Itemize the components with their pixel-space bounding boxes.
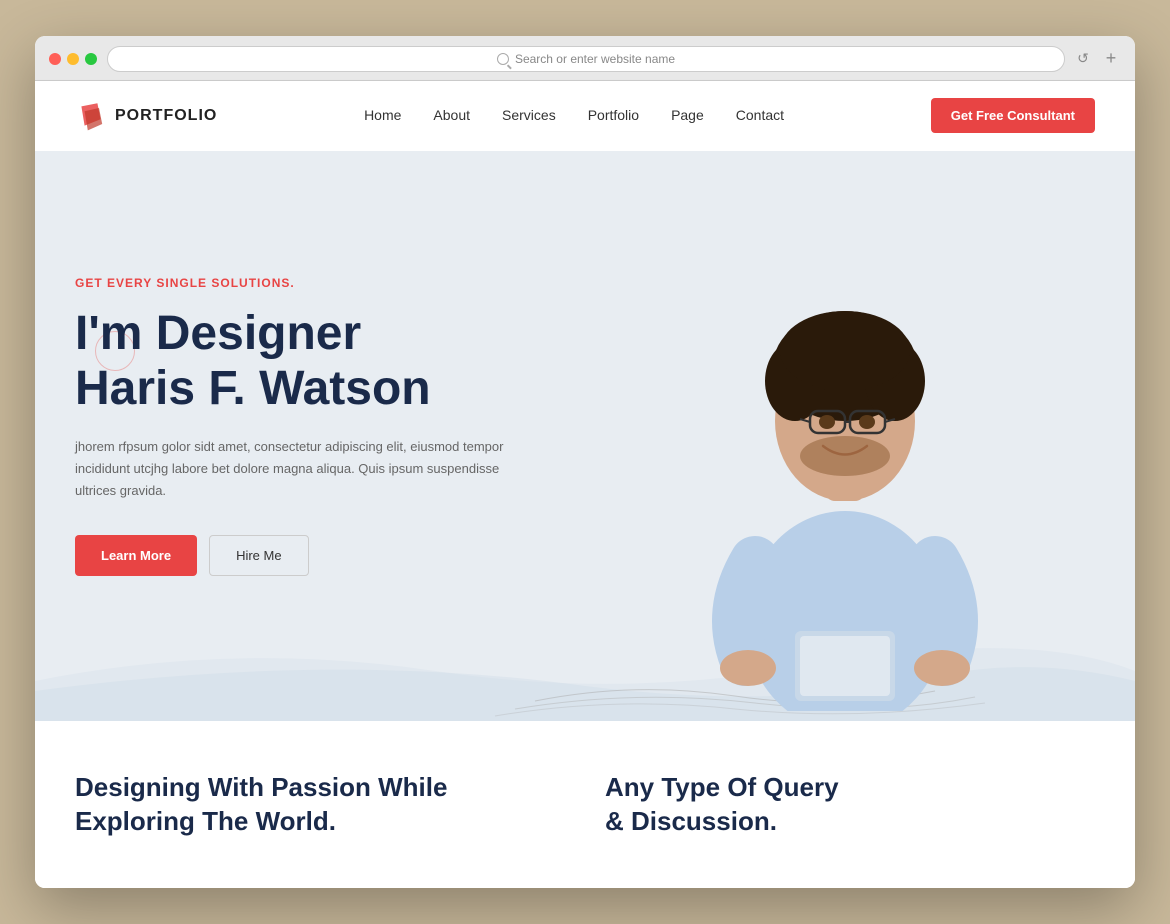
- person-svg: [675, 191, 1015, 711]
- refresh-button[interactable]: ↺: [1075, 51, 1091, 67]
- minimize-button[interactable]: [67, 53, 79, 65]
- nav-page[interactable]: Page: [671, 107, 704, 123]
- close-button[interactable]: [49, 53, 61, 65]
- maximize-button[interactable]: [85, 53, 97, 65]
- nav-about[interactable]: About: [433, 107, 470, 123]
- nav-contact[interactable]: Contact: [736, 107, 784, 123]
- address-text: Search or enter website name: [515, 52, 675, 66]
- hire-me-button[interactable]: Hire Me: [209, 535, 309, 576]
- hero-title-line1: I'm Designer: [75, 307, 361, 360]
- address-bar[interactable]: Search or enter website name: [107, 46, 1065, 72]
- nav-portfolio[interactable]: Portfolio: [588, 107, 639, 123]
- bottom-right-title: Any Type Of Query & Discussion.: [605, 771, 1095, 839]
- hero-content: GET EVERY SINGLE SOLUTIONS. I'm Designer…: [35, 216, 545, 656]
- hero-description: jhorem rfpsum golor sidt amet, consectet…: [75, 436, 505, 502]
- navbar: PORTFOLIO Home About Services Portfolio …: [35, 81, 1135, 151]
- bottom-left: Designing With Passion While Exploring T…: [75, 771, 565, 839]
- nav-home[interactable]: Home: [364, 107, 401, 123]
- logo-text: PORTFOLIO: [115, 107, 217, 125]
- logo: PORTFOLIO: [75, 100, 217, 132]
- nav-services[interactable]: Services: [502, 107, 556, 123]
- bottom-section: Designing With Passion While Exploring T…: [35, 721, 1135, 889]
- learn-more-button[interactable]: Learn More: [75, 535, 197, 576]
- new-tab-button[interactable]: +: [1101, 49, 1121, 69]
- cta-button[interactable]: Get Free Consultant: [931, 98, 1095, 133]
- website-content: PORTFOLIO Home About Services Portfolio …: [35, 81, 1135, 889]
- logo-icon: [75, 100, 107, 132]
- hero-title: I'm Designer Haris F. Watson: [75, 306, 505, 416]
- hero-section: GET EVERY SINGLE SOLUTIONS. I'm Designer…: [35, 151, 1135, 721]
- nav-links: Home About Services Portfolio Page Conta…: [364, 107, 784, 125]
- traffic-lights: [49, 53, 97, 65]
- bottom-left-title: Designing With Passion While Exploring T…: [75, 771, 565, 839]
- browser-chrome: Search or enter website name ↺ +: [35, 36, 1135, 81]
- hero-buttons: Learn More Hire Me: [75, 535, 505, 576]
- browser-window: Search or enter website name ↺ + PORTFOL…: [35, 36, 1135, 889]
- hero-person-image: [675, 191, 1055, 721]
- search-icon: [497, 53, 509, 65]
- bottom-right: Any Type Of Query & Discussion.: [605, 771, 1095, 839]
- hero-subtitle: GET EVERY SINGLE SOLUTIONS.: [75, 276, 505, 290]
- hero-title-line2: Haris F. Watson: [75, 362, 431, 415]
